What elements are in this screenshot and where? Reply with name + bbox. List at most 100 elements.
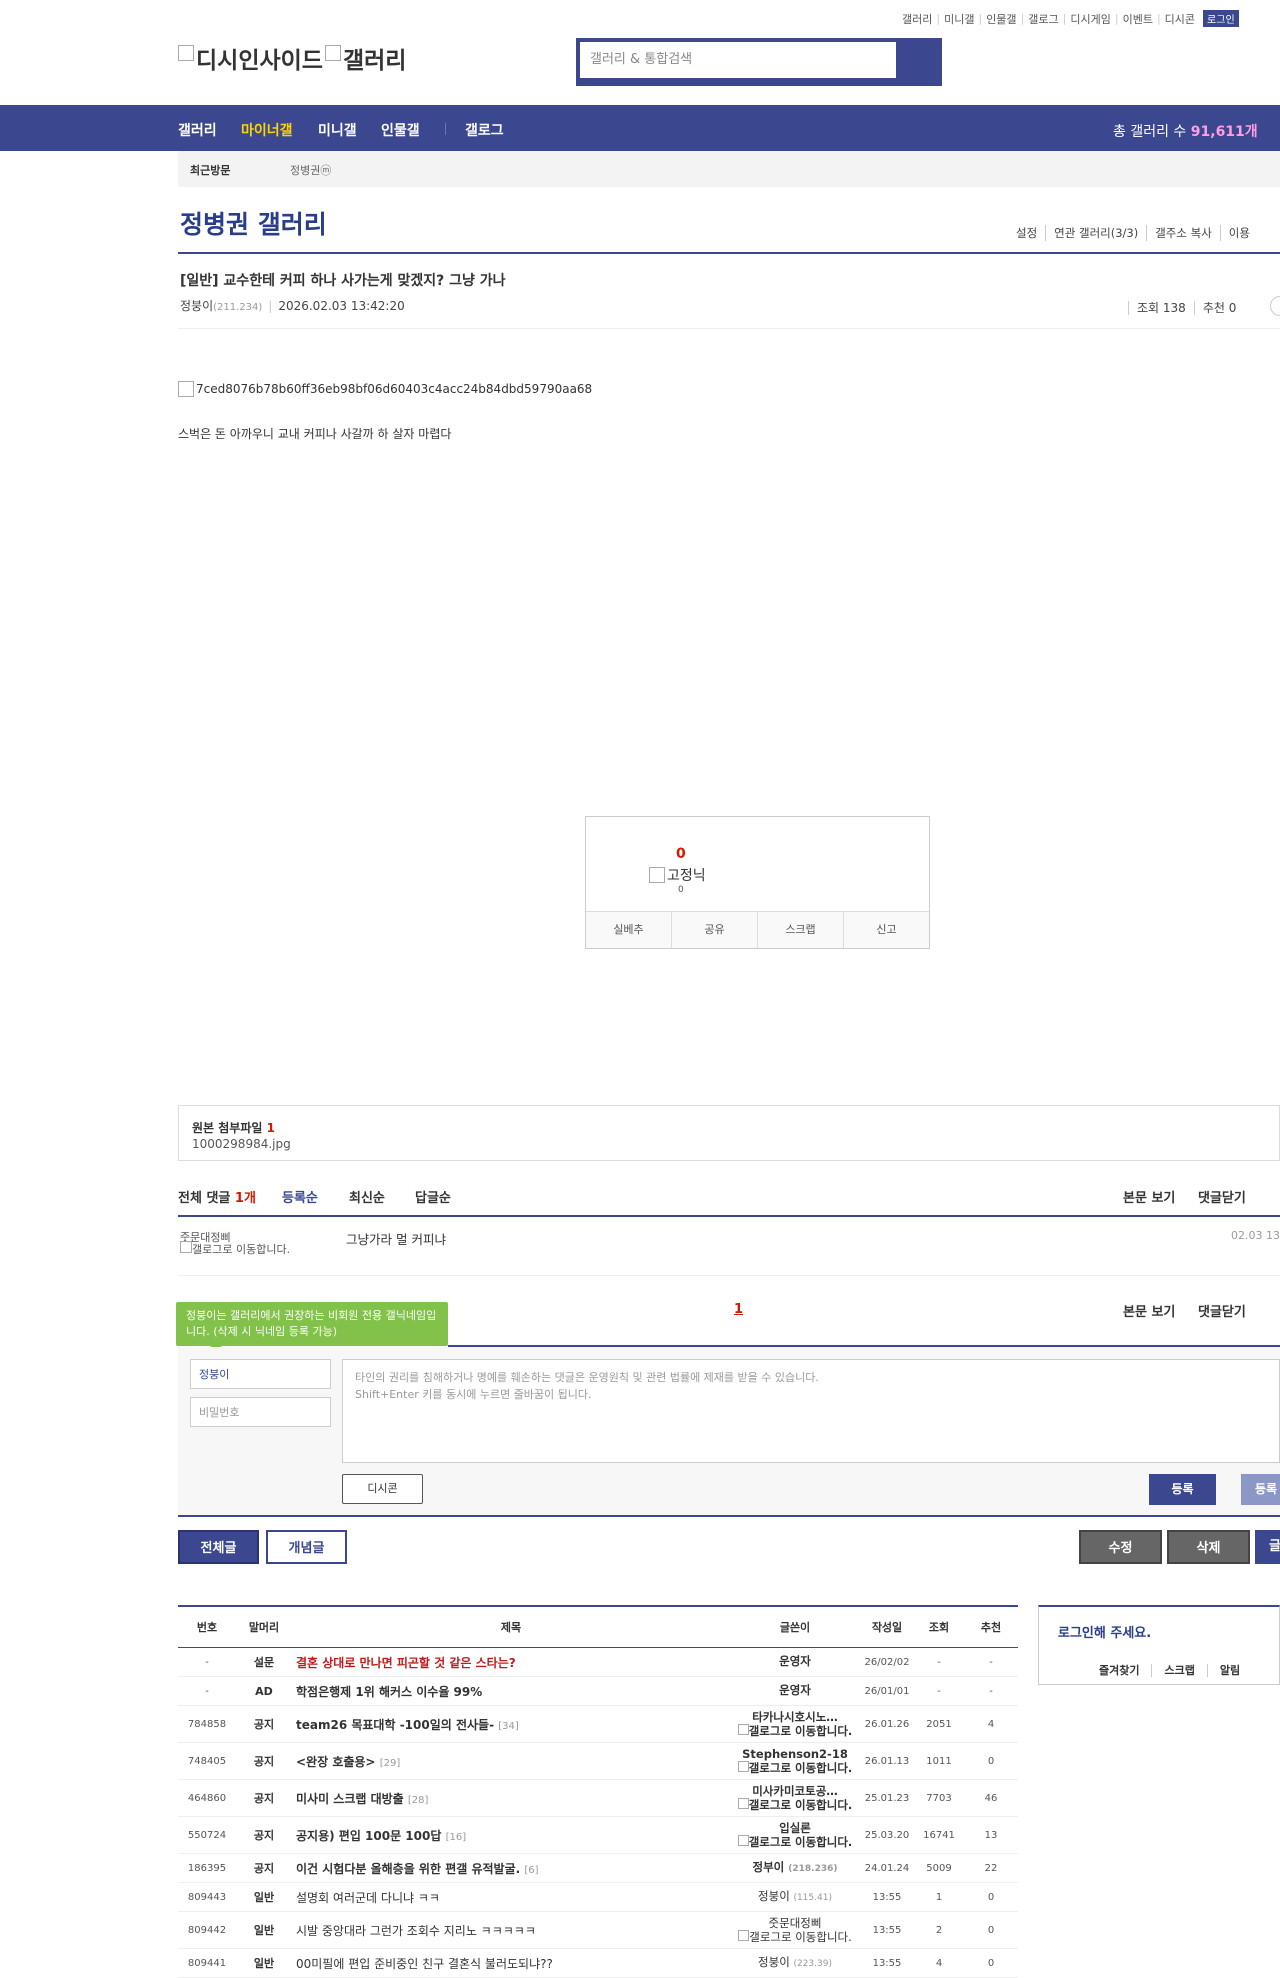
delete-button[interactable]: 삭제 bbox=[1167, 1530, 1250, 1564]
search-input[interactable]: 갤러리 & 통합검색 bbox=[580, 42, 896, 78]
table-row[interactable]: 464860 공지 미사미 스크랩 대방출 [28] 미사카미코토공… 갤로그로 이동합… bbox=[178, 1779, 1018, 1817]
table-row[interactable]: - AD 학점은행제 1위 해커스 이수율 99% 운영자 26/01/01- - bbox=[178, 1676, 1018, 1706]
alarm-link[interactable]: 알림 bbox=[1206, 1664, 1253, 1677]
sort-registered[interactable]: 등록순 bbox=[282, 1187, 318, 1206]
top-link-event[interactable]: 이벤트 bbox=[1123, 11, 1153, 27]
nav-minor[interactable]: 마이너갤 bbox=[241, 120, 293, 140]
comment-page-1[interactable]: 1 bbox=[734, 1302, 743, 1317]
attachment-file-link[interactable]: 1000298984.jpg bbox=[192, 1137, 291, 1151]
dccon-button[interactable]: 디시콘 bbox=[342, 1474, 423, 1504]
edit-button[interactable]: 수정 bbox=[1079, 1530, 1162, 1564]
row-subject[interactable]: 학점은행제 1위 해커스 이수율 99% bbox=[292, 1676, 730, 1706]
top-link-dccon[interactable]: 디시콘 bbox=[1165, 11, 1195, 27]
nav-gallery[interactable]: 갤러리 bbox=[178, 120, 217, 140]
gallery-settings-link[interactable]: 설정 bbox=[1008, 225, 1045, 241]
comment-textarea[interactable]: 타인의 권리를 침해하거나 명예를 훼손하는 댓글은 운영원칙 및 관련 법률에… bbox=[342, 1359, 1280, 1463]
row-subject-text[interactable]: 학점은행제 1위 해커스 이수율 99% bbox=[296, 1685, 482, 1699]
recent-gallery-link[interactable]: 정병권ⓜ bbox=[290, 162, 331, 178]
table-row[interactable]: 809441 일반 00미필에 편입 준비중인 친구 결혼식 불러도되냐?? 정붕이… bbox=[178, 1948, 1018, 1978]
submit-recommend-button[interactable]: 등록 bbox=[1241, 1474, 1280, 1505]
favorites-link[interactable]: 즐겨찾기 bbox=[1087, 1664, 1151, 1677]
table-row[interactable]: 784858 공지 team26 목표대학 -100일의 전사들- [34] 타카나시… bbox=[178, 1705, 1018, 1743]
table-row[interactable]: 809442 일반 시발 중앙대라 그런가 조회수 지리노 ㅋㅋㅋㅋㅋ 줏문대정삐 갤… bbox=[178, 1911, 1018, 1949]
top-link-game[interactable]: 디시게임 bbox=[1070, 11, 1110, 27]
search-button[interactable] bbox=[898, 40, 940, 80]
row-subject-text[interactable]: 설명회 여러군데 다니냐 ㅋㅋ bbox=[296, 1891, 440, 1905]
row-writer-name[interactable]: 운영자 bbox=[779, 1654, 811, 1668]
password-input[interactable]: 비밀번호 bbox=[190, 1397, 331, 1427]
row-subject-text[interactable]: 결혼 상대로 만나면 피곤할 것 같은 스타는? bbox=[296, 1656, 516, 1670]
top-link-mini[interactable]: 미니갤 bbox=[944, 11, 974, 27]
table-row[interactable]: - 설문 결혼 상대로 만나면 피곤할 것 같은 스타는? 운영자 26/02/02… bbox=[178, 1647, 1018, 1677]
close-comments-link[interactable]: 댓글닫기 bbox=[1198, 1187, 1246, 1206]
row-subject[interactable]: 미사미 스크랩 대방출 [28] bbox=[292, 1779, 730, 1817]
nickname-input[interactable]: 정붕이 bbox=[190, 1359, 331, 1389]
top-link-gallery[interactable]: 갤러리 bbox=[902, 11, 932, 27]
row-reply-count[interactable]: [34] bbox=[498, 1721, 519, 1732]
usage-link[interactable]: 이용 bbox=[1219, 225, 1258, 241]
write-button[interactable]: 글 bbox=[1255, 1530, 1280, 1564]
gallog-image[interactable]: 갤로그로 이동합니다. bbox=[180, 1241, 310, 1256]
row-writer[interactable]: 줏문대정삐 갤로그로 이동합니다. bbox=[730, 1911, 860, 1949]
row-subject-text[interactable]: <완장 호출용> bbox=[296, 1755, 376, 1769]
row-writer[interactable]: 정붕이 (115.41) bbox=[730, 1882, 860, 1912]
row-subject[interactable]: 이건 시험다분 올해층을 위한 편갤 유적발굴. [6] bbox=[292, 1853, 730, 1883]
fixed-nick-recommend[interactable]: 고정닉 bbox=[649, 865, 706, 885]
row-subject-text[interactable]: 이건 시험다분 올해층을 위한 편갤 유적발굴. bbox=[296, 1862, 520, 1876]
row-subject-text[interactable]: 시발 중앙대라 그런가 조회수 지리노 ㅋㅋㅋㅋㅋ bbox=[296, 1924, 536, 1938]
row-writer-name[interactable]: 운영자 bbox=[779, 1683, 811, 1697]
copy-address-link[interactable]: 갤주소 복사 bbox=[1146, 225, 1220, 241]
row-writer[interactable]: Stephenson2-18 갤로그로 이동합니다. bbox=[730, 1742, 860, 1780]
gallog-image[interactable]: 갤로그로 이동합니다. bbox=[737, 1835, 852, 1849]
row-reply-count[interactable]: [28] bbox=[408, 1795, 429, 1806]
post-author[interactable]: 정붕이 bbox=[180, 299, 213, 313]
row-writer-name[interactable]: 정붕이 bbox=[758, 1955, 790, 1969]
nav-person[interactable]: 인물갤 bbox=[381, 120, 420, 140]
row-writer[interactable]: 입실론 갤로그로 이동합니다. bbox=[730, 1816, 860, 1854]
close-comments-link-bottom[interactable]: 댓글닫기 bbox=[1198, 1301, 1246, 1320]
table-row[interactable]: 550724 공지 공지용) 편입 100문 100답 [16] 입실론 갤로그로 이동… bbox=[178, 1816, 1018, 1854]
row-writer[interactable]: 운영자 bbox=[730, 1647, 860, 1677]
row-writer-name[interactable]: 미사카미코토공… bbox=[752, 1784, 838, 1798]
row-subject[interactable]: team26 목표대학 -100일의 전사들- [34] bbox=[292, 1705, 730, 1743]
report-button[interactable]: 신고 bbox=[843, 912, 929, 948]
row-subject[interactable]: <완장 호출용> [29] bbox=[292, 1742, 730, 1780]
login-button[interactable]: 로그인 bbox=[1203, 10, 1239, 27]
table-row[interactable]: 186395 공지 이건 시험다분 올해층을 위한 편갤 유적발굴. [6] 정부이 … bbox=[178, 1853, 1018, 1883]
row-subject[interactable]: 설명회 여러군데 다니냐 ㅋㅋ bbox=[292, 1882, 730, 1912]
view-body-link[interactable]: 본문 보기 bbox=[1123, 1187, 1175, 1206]
row-subject-text[interactable]: team26 목표대학 -100일의 전사들- bbox=[296, 1718, 494, 1732]
sort-replies[interactable]: 답글순 bbox=[415, 1187, 451, 1206]
gallery-title[interactable]: 정병권 갤러리 bbox=[180, 205, 327, 241]
row-subject[interactable]: 00미필에 편입 준비중인 친구 결혼식 불러도되냐?? bbox=[292, 1948, 730, 1978]
gallog-image[interactable]: 갤로그로 이동합니다. bbox=[737, 1724, 852, 1738]
post-image[interactable]: 7ced8076b78b60ff36eb98bf06d60403c4acc24b… bbox=[178, 381, 592, 397]
row-writer-name[interactable]: 타카나시호시노… bbox=[752, 1710, 838, 1724]
row-writer-name[interactable]: 입실론 bbox=[779, 1821, 811, 1835]
related-gallery-link[interactable]: 연관 갤러리(3/3) bbox=[1045, 225, 1146, 241]
best-recommend-button[interactable]: 실베추 bbox=[586, 912, 671, 948]
row-writer-name[interactable]: Stephenson2-18 bbox=[742, 1747, 848, 1761]
table-row[interactable]: 748405 공지 <완장 호출용> [29] Stephenson2-18 갤로그로 … bbox=[178, 1742, 1018, 1780]
gallog-image[interactable]: 갤로그로 이동합니다. bbox=[737, 1798, 852, 1812]
row-reply-count[interactable]: [16] bbox=[446, 1832, 467, 1843]
top-link-person[interactable]: 인물갤 bbox=[986, 11, 1016, 27]
row-writer[interactable]: 정부이 (218.236) bbox=[730, 1853, 860, 1883]
row-writer[interactable]: 미사카미코토공… 갤로그로 이동합니다. bbox=[730, 1779, 860, 1817]
row-writer[interactable]: 정붕이 (223.39) bbox=[730, 1948, 860, 1978]
row-writer[interactable]: 운영자 bbox=[730, 1676, 860, 1706]
gallog-image[interactable]: 갤로그로 이동합니다. bbox=[738, 1930, 852, 1944]
scrap-button[interactable]: 스크랩 bbox=[757, 912, 843, 948]
scrap-link[interactable]: 스크랩 bbox=[1151, 1664, 1207, 1677]
nav-mini[interactable]: 미니갤 bbox=[318, 120, 357, 140]
row-subject-text[interactable]: 00미필에 편입 준비중인 친구 결혼식 불러도되냐?? bbox=[296, 1957, 553, 1971]
nav-gallog[interactable]: 갤로그 bbox=[465, 120, 504, 140]
table-row[interactable]: 809443 일반 설명회 여러군데 다니냐 ㅋㅋ 정붕이 (115.41) 13:5… bbox=[178, 1882, 1018, 1912]
row-writer-name[interactable]: 정붕이 bbox=[758, 1889, 790, 1903]
row-writer-name[interactable]: 정부이 bbox=[753, 1860, 785, 1874]
row-subject[interactable]: 공지용) 편입 100문 100답 [16] bbox=[292, 1816, 730, 1854]
login-prompt[interactable]: 로그인해 주세요. bbox=[1058, 1622, 1151, 1641]
row-subject[interactable]: 시발 중앙대라 그런가 조회수 지리노 ㅋㅋㅋㅋㅋ bbox=[292, 1911, 730, 1949]
share-button[interactable]: 공유 bbox=[671, 912, 757, 948]
row-writer-name[interactable]: 줏문대정삐 bbox=[769, 1916, 822, 1930]
